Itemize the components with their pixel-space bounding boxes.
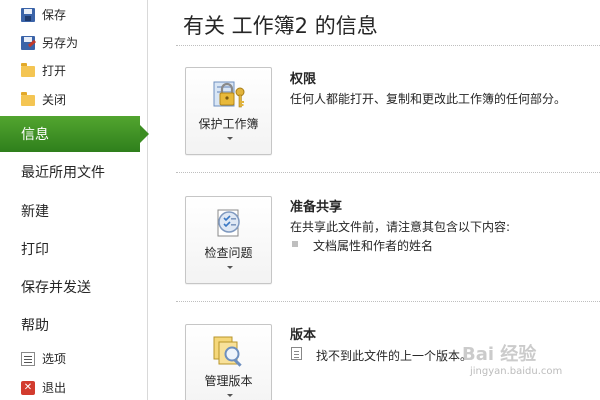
chevron-down-icon <box>227 137 233 140</box>
lock-keys-icon <box>213 81 245 108</box>
bullet-marker <box>292 241 298 247</box>
permissions-text: 任何人都能打开、复制和更改此工作簿的任何部分。 <box>290 92 567 106</box>
nav-info[interactable]: 信息 <box>0 116 149 152</box>
save-as-icon <box>21 35 35 50</box>
nav-save-label: 保存 <box>42 8 67 22</box>
nav-options[interactable]: 选项 <box>0 345 147 372</box>
manage-versions-label: 管理版本 <box>204 374 253 388</box>
section-divider <box>176 301 600 302</box>
permissions-heading: 权限 <box>290 72 317 87</box>
nav-save-send[interactable]: 保存并发送 <box>0 269 147 305</box>
nav-close[interactable]: 关闭 <box>0 86 147 113</box>
nav-save[interactable]: 保存 <box>0 1 147 28</box>
save-icon <box>21 7 35 22</box>
inspect-document-icon <box>217 209 240 237</box>
nav-recent[interactable]: 最近所用文件 <box>0 154 147 190</box>
title-divider <box>176 45 600 46</box>
manage-versions-button[interactable]: 管理版本 <box>185 324 272 400</box>
nav-print-label: 打印 <box>21 242 49 258</box>
close-folder-icon <box>21 92 35 106</box>
nav-save-as-label: 另存为 <box>42 36 79 50</box>
nav-save-as[interactable]: 另存为 <box>0 29 147 56</box>
nav-options-label: 选项 <box>42 352 67 366</box>
versions-heading: 版本 <box>290 328 317 343</box>
backstage-nav: 保存 另存为 打开 关闭 信息 最近所用文件 新建 打印 保存并发送 帮助 选项… <box>0 0 149 400</box>
watermark-logo: Bai 经验 <box>462 344 537 365</box>
nav-new-label: 新建 <box>21 204 49 220</box>
protect-workbook-label: 保护工作簿 <box>198 117 259 131</box>
check-for-issues-button[interactable]: 检查问题 <box>185 196 272 284</box>
manage-versions-icon <box>213 336 242 367</box>
check-for-issues-label: 检查问题 <box>204 246 253 260</box>
watermark-url: jingyan.baidu.com <box>470 366 563 377</box>
chevron-down-icon <box>227 266 233 269</box>
chevron-down-icon <box>227 394 233 397</box>
nav-save-send-label: 保存并发送 <box>21 280 91 296</box>
nav-print[interactable]: 打印 <box>0 231 147 267</box>
options-icon <box>21 351 35 366</box>
nav-help[interactable]: 帮助 <box>0 307 147 343</box>
prepare-heading: 准备共享 <box>290 200 343 215</box>
page-title: 有关 工作簿2 的信息 <box>183 14 378 38</box>
nav-open-label: 打开 <box>42 64 67 78</box>
nav-info-label: 信息 <box>21 127 49 143</box>
prepare-bullet-text: 文档属性和作者的姓名 <box>313 239 434 253</box>
nav-exit[interactable]: ✕ 退出 <box>0 374 147 400</box>
exit-icon: ✕ <box>21 380 35 395</box>
document-icon <box>291 347 302 360</box>
nav-close-label: 关闭 <box>42 93 67 107</box>
nav-help-label: 帮助 <box>21 318 49 334</box>
protect-workbook-button[interactable]: 保护工作簿 <box>185 67 272 155</box>
nav-new[interactable]: 新建 <box>0 193 147 229</box>
open-folder-icon <box>21 63 35 77</box>
prepare-text: 在共享此文件前，请注意其包含以下内容: <box>290 220 511 234</box>
nav-recent-label: 最近所用文件 <box>21 165 105 181</box>
nav-exit-label: 退出 <box>42 381 67 395</box>
section-divider <box>176 172 600 173</box>
versions-text: 找不到此文件的上一个版本。 <box>316 349 473 363</box>
nav-open[interactable]: 打开 <box>0 57 147 84</box>
